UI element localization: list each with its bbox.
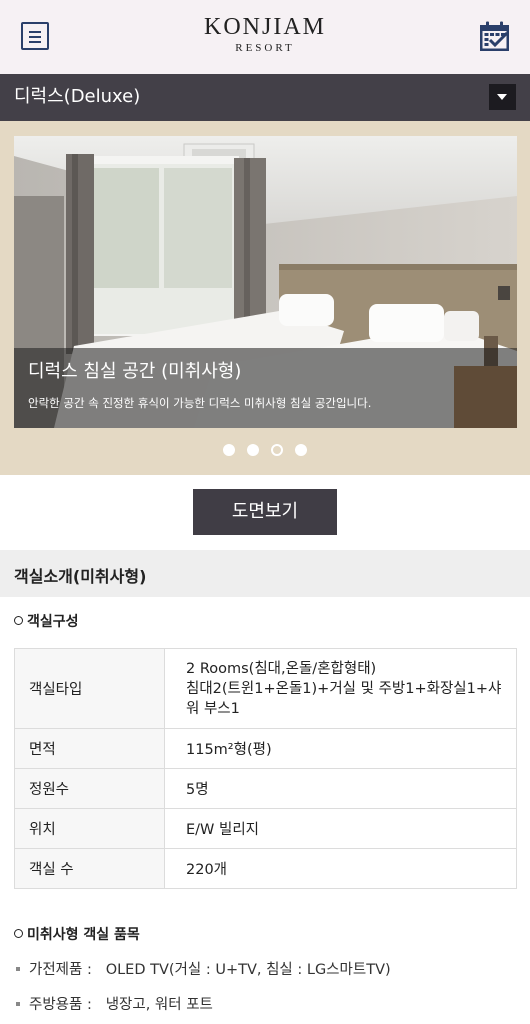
- room-image-slider: 디럭스 침실 공간 (미취사형) 안락한 공간 속 진정한 휴식이 가능한 디럭…: [0, 121, 530, 475]
- slide-caption-desc: 안락한 공간 속 진정한 휴식이 가능한 디럭스 미취사형 침실 공간입니다.: [28, 396, 372, 410]
- calendar-check-icon[interactable]: [479, 21, 510, 52]
- hamburger-menu-icon[interactable]: [21, 22, 49, 50]
- composition-title: 객실구성: [27, 614, 79, 630]
- slider-dot[interactable]: [223, 444, 235, 456]
- amenities-heading: 미취사형 객실 품목: [14, 926, 140, 944]
- spec-key: 객실 수: [14, 848, 165, 889]
- slider-pagination: [0, 444, 530, 456]
- spec-value: 5명: [164, 768, 517, 809]
- resort-logo[interactable]: KONJIAM RESORT: [190, 14, 340, 56]
- item-label: 주방용품 :: [29, 997, 92, 1013]
- spec-key: 위치: [14, 808, 165, 849]
- slider-dot[interactable]: [295, 444, 307, 456]
- room-photo[interactable]: 디럭스 침실 공간 (미취사형) 안락한 공간 속 진정한 휴식이 가능한 디럭…: [14, 136, 517, 428]
- spec-value-line: 2 Rooms(침대,온돌/혼합형태): [186, 660, 377, 677]
- table-row: 객실 수 220개: [14, 848, 517, 889]
- table-row: 객실타입 2 Rooms(침대,온돌/혼합형태) 침대2(트윈1+온돌1)+거실…: [14, 648, 517, 729]
- spec-value: 115m²형(평): [164, 728, 517, 769]
- table-row: 위치 E/W 빌리지: [14, 808, 517, 849]
- section-title: 객실소개(미취사형): [14, 567, 147, 586]
- item-value: 냉장고, 워터 포트: [105, 997, 213, 1013]
- spec-value: 2 Rooms(침대,온돌/혼합형태) 침대2(트윈1+온돌1)+거실 및 주방…: [164, 648, 517, 729]
- circle-bullet-icon: [14, 616, 23, 625]
- item-label: 가전제품 :: [29, 962, 92, 978]
- amenities-title: 미취사형 객실 품목: [27, 927, 140, 943]
- spec-value-line: 침대2(트윈1+온돌1)+거실 및 주방1+화장실1+샤: [186, 680, 502, 697]
- spec-value-line: 워 부스1: [186, 700, 240, 717]
- app-header: KONJIAM RESORT: [0, 0, 530, 74]
- logo-main-text: KONJIAM: [204, 14, 326, 40]
- table-row: 정원수 5명: [14, 768, 517, 809]
- room-spec-table: 객실타입 2 Rooms(침대,온돌/혼합형태) 침대2(트윈1+온돌1)+거실…: [14, 648, 517, 889]
- spec-value: 220개: [164, 848, 517, 889]
- chevron-down-icon[interactable]: [489, 84, 516, 110]
- list-item: 주방용품 : 냉장고, 워터 포트: [16, 993, 213, 1014]
- list-item: 가전제품 : OLED TV(거실 : U+TV, 침실 : LG스마트TV): [16, 958, 391, 979]
- slider-dot-active[interactable]: [271, 444, 283, 456]
- spec-key: 정원수: [14, 768, 165, 809]
- composition-heading: 객실구성: [14, 613, 79, 631]
- room-selector-label: 디럭스(Deluxe): [14, 86, 141, 107]
- floor-plan-button[interactable]: 도면보기: [193, 489, 337, 535]
- square-bullet-icon: [16, 1002, 20, 1006]
- spec-value: E/W 빌리지: [164, 808, 517, 849]
- circle-bullet-icon: [14, 929, 23, 938]
- item-value: OLED TV(거실 : U+TV, 침실 : LG스마트TV): [105, 962, 391, 978]
- table-row: 면적 115m²형(평): [14, 728, 517, 769]
- square-bullet-icon: [16, 967, 20, 971]
- spec-key: 면적: [14, 728, 165, 769]
- room-selector-bar[interactable]: 디럭스(Deluxe): [0, 74, 530, 121]
- spec-key: 객실타입: [14, 648, 165, 729]
- slide-caption-title: 디럭스 침실 공간 (미취사형): [28, 361, 242, 382]
- logo-sub-text: RESORT: [235, 42, 295, 54]
- slider-dot[interactable]: [247, 444, 259, 456]
- section-header: 객실소개(미취사형): [0, 550, 530, 597]
